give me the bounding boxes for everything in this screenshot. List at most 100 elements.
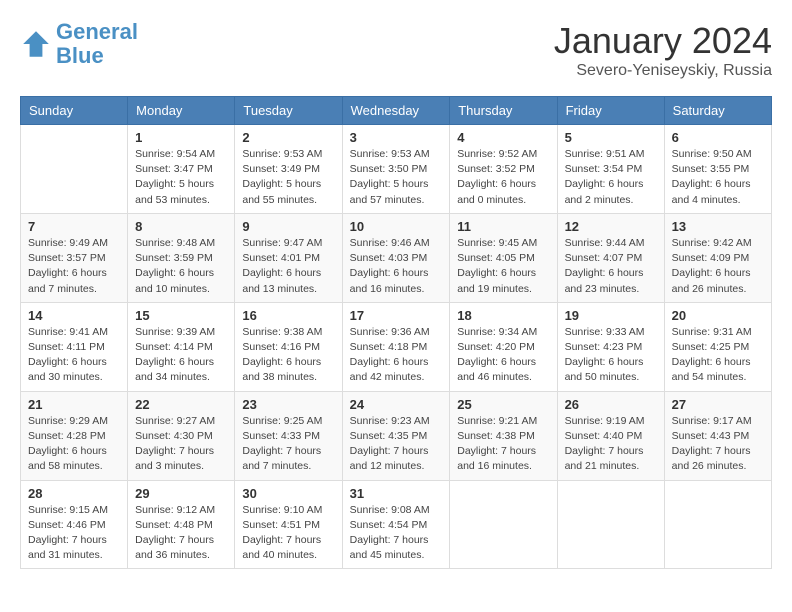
- day-info: Sunrise: 9:52 AMSunset: 3:52 PMDaylight:…: [457, 147, 549, 208]
- day-number: 10: [350, 219, 443, 234]
- calendar-cell: 14 Sunrise: 9:41 AMSunset: 4:11 PMDayligh…: [21, 302, 128, 391]
- day-number: 8: [135, 219, 227, 234]
- day-info: Sunrise: 9:51 AMSunset: 3:54 PMDaylight:…: [565, 147, 657, 208]
- calendar-cell: 24 Sunrise: 9:23 AMSunset: 4:35 PMDayligh…: [342, 391, 450, 480]
- calendar-cell: 20 Sunrise: 9:31 AMSunset: 4:25 PMDayligh…: [664, 302, 771, 391]
- logo-icon: [20, 28, 52, 60]
- weekday-header-thursday: Thursday: [450, 97, 557, 125]
- day-info: Sunrise: 9:54 AMSunset: 3:47 PMDaylight:…: [135, 147, 227, 208]
- weekday-header-sunday: Sunday: [21, 97, 128, 125]
- calendar-cell: 3 Sunrise: 9:53 AMSunset: 3:50 PMDaylight…: [342, 125, 450, 214]
- day-info: Sunrise: 9:53 AMSunset: 3:49 PMDaylight:…: [242, 147, 334, 208]
- day-info: Sunrise: 9:27 AMSunset: 4:30 PMDaylight:…: [135, 414, 227, 475]
- day-info: Sunrise: 9:19 AMSunset: 4:40 PMDaylight:…: [565, 414, 657, 475]
- day-info: Sunrise: 9:08 AMSunset: 4:54 PMDaylight:…: [350, 503, 443, 564]
- day-info: Sunrise: 9:10 AMSunset: 4:51 PMDaylight:…: [242, 503, 334, 564]
- day-info: Sunrise: 9:17 AMSunset: 4:43 PMDaylight:…: [672, 414, 764, 475]
- day-info: Sunrise: 9:44 AMSunset: 4:07 PMDaylight:…: [565, 236, 657, 297]
- calendar-cell: 15 Sunrise: 9:39 AMSunset: 4:14 PMDayligh…: [128, 302, 235, 391]
- day-number: 3: [350, 130, 443, 145]
- calendar-cell: 7 Sunrise: 9:49 AMSunset: 3:57 PMDaylight…: [21, 213, 128, 302]
- calendar-cell: 22 Sunrise: 9:27 AMSunset: 4:30 PMDayligh…: [128, 391, 235, 480]
- calendar-cell: [557, 480, 664, 569]
- calendar-cell: [450, 480, 557, 569]
- day-number: 7: [28, 219, 120, 234]
- title-block: January 2024 Severo-Yeniseyskiy, Russia: [554, 20, 772, 80]
- day-info: Sunrise: 9:12 AMSunset: 4:48 PMDaylight:…: [135, 503, 227, 564]
- day-info: Sunrise: 9:41 AMSunset: 4:11 PMDaylight:…: [28, 325, 120, 386]
- calendar-week-row: 7 Sunrise: 9:49 AMSunset: 3:57 PMDaylight…: [21, 213, 772, 302]
- calendar-cell: 4 Sunrise: 9:52 AMSunset: 3:52 PMDaylight…: [450, 125, 557, 214]
- calendar-cell: 23Sunrise: 9:25 AMSunset: 4:33 PMDayligh…: [235, 391, 342, 480]
- day-info: Sunrise: 9:15 AMSunset: 4:46 PMDaylight:…: [28, 503, 120, 564]
- day-number: 26: [565, 397, 657, 412]
- day-number: 4: [457, 130, 549, 145]
- calendar-week-row: 21Sunrise: 9:29 AMSunset: 4:28 PMDayligh…: [21, 391, 772, 480]
- day-info: Sunrise: 9:53 AMSunset: 3:50 PMDaylight:…: [350, 147, 443, 208]
- day-info: Sunrise: 9:49 AMSunset: 3:57 PMDaylight:…: [28, 236, 120, 297]
- calendar-cell: 25 Sunrise: 9:21 AMSunset: 4:38 PMDayligh…: [450, 391, 557, 480]
- calendar-cell: 11Sunrise: 9:45 AMSunset: 4:05 PMDayligh…: [450, 213, 557, 302]
- day-number: 1: [135, 130, 227, 145]
- logo: General Blue: [20, 20, 138, 68]
- day-number: 17: [350, 308, 443, 323]
- calendar-cell: 18Sunrise: 9:34 AMSunset: 4:20 PMDayligh…: [450, 302, 557, 391]
- calendar-cell: [664, 480, 771, 569]
- calendar-table: SundayMondayTuesdayWednesdayThursdayFrid…: [20, 96, 772, 569]
- calendar-cell: 28 Sunrise: 9:15 AMSunset: 4:46 PMDayligh…: [21, 480, 128, 569]
- day-info: Sunrise: 9:31 AMSunset: 4:25 PMDaylight:…: [672, 325, 764, 386]
- day-number: 22: [135, 397, 227, 412]
- calendar-cell: 29 Sunrise: 9:12 AMSunset: 4:48 PMDayligh…: [128, 480, 235, 569]
- day-info: Sunrise: 9:46 AMSunset: 4:03 PMDaylight:…: [350, 236, 443, 297]
- calendar-cell: 27 Sunrise: 9:17 AMSunset: 4:43 PMDayligh…: [664, 391, 771, 480]
- calendar-week-row: 28 Sunrise: 9:15 AMSunset: 4:46 PMDayligh…: [21, 480, 772, 569]
- day-number: 13: [672, 219, 764, 234]
- month-title: January 2024: [554, 20, 772, 62]
- calendar-cell: 10 Sunrise: 9:46 AMSunset: 4:03 PMDayligh…: [342, 213, 450, 302]
- calendar-cell: 12 Sunrise: 9:44 AMSunset: 4:07 PMDayligh…: [557, 213, 664, 302]
- day-info: Sunrise: 9:21 AMSunset: 4:38 PMDaylight:…: [457, 414, 549, 475]
- day-number: 24: [350, 397, 443, 412]
- calendar-cell: 2 Sunrise: 9:53 AMSunset: 3:49 PMDaylight…: [235, 125, 342, 214]
- day-number: 5: [565, 130, 657, 145]
- day-info: Sunrise: 9:42 AMSunset: 4:09 PMDaylight:…: [672, 236, 764, 297]
- logo-line1: General: [56, 19, 138, 44]
- day-number: 20: [672, 308, 764, 323]
- day-number: 29: [135, 486, 227, 501]
- day-number: 16: [242, 308, 334, 323]
- day-info: Sunrise: 9:39 AMSunset: 4:14 PMDaylight:…: [135, 325, 227, 386]
- day-number: 28: [28, 486, 120, 501]
- calendar-cell: 16 Sunrise: 9:38 AMSunset: 4:16 PMDayligh…: [235, 302, 342, 391]
- day-number: 15: [135, 308, 227, 323]
- calendar-cell: [21, 125, 128, 214]
- calendar-week-row: 1 Sunrise: 9:54 AMSunset: 3:47 PMDaylight…: [21, 125, 772, 214]
- weekday-header-friday: Friday: [557, 97, 664, 125]
- day-number: 19: [565, 308, 657, 323]
- calendar-cell: 5 Sunrise: 9:51 AMSunset: 3:54 PMDaylight…: [557, 125, 664, 214]
- day-number: 14: [28, 308, 120, 323]
- calendar-cell: 30Sunrise: 9:10 AMSunset: 4:51 PMDayligh…: [235, 480, 342, 569]
- day-info: Sunrise: 9:29 AMSunset: 4:28 PMDaylight:…: [28, 414, 120, 475]
- calendar-cell: 19Sunrise: 9:33 AMSunset: 4:23 PMDayligh…: [557, 302, 664, 391]
- calendar-cell: 17Sunrise: 9:36 AMSunset: 4:18 PMDayligh…: [342, 302, 450, 391]
- day-number: 12: [565, 219, 657, 234]
- calendar-cell: 31 Sunrise: 9:08 AMSunset: 4:54 PMDayligh…: [342, 480, 450, 569]
- day-number: 31: [350, 486, 443, 501]
- day-info: Sunrise: 9:38 AMSunset: 4:16 PMDaylight:…: [242, 325, 334, 386]
- calendar-cell: 26 Sunrise: 9:19 AMSunset: 4:40 PMDayligh…: [557, 391, 664, 480]
- weekday-header-row: SundayMondayTuesdayWednesdayThursdayFrid…: [21, 97, 772, 125]
- day-number: 27: [672, 397, 764, 412]
- day-info: Sunrise: 9:50 AMSunset: 3:55 PMDaylight:…: [672, 147, 764, 208]
- logo-line2: Blue: [56, 43, 104, 68]
- day-info: Sunrise: 9:23 AMSunset: 4:35 PMDaylight:…: [350, 414, 443, 475]
- calendar-cell: 8Sunrise: 9:48 AMSunset: 3:59 PMDaylight…: [128, 213, 235, 302]
- calendar-cell: 13 Sunrise: 9:42 AMSunset: 4:09 PMDayligh…: [664, 213, 771, 302]
- day-info: Sunrise: 9:45 AMSunset: 4:05 PMDaylight:…: [457, 236, 549, 297]
- calendar-week-row: 14 Sunrise: 9:41 AMSunset: 4:11 PMDayligh…: [21, 302, 772, 391]
- weekday-header-saturday: Saturday: [664, 97, 771, 125]
- day-number: 18: [457, 308, 549, 323]
- day-number: 9: [242, 219, 334, 234]
- calendar-cell: 9Sunrise: 9:47 AMSunset: 4:01 PMDaylight…: [235, 213, 342, 302]
- day-number: 25: [457, 397, 549, 412]
- day-number: 2: [242, 130, 334, 145]
